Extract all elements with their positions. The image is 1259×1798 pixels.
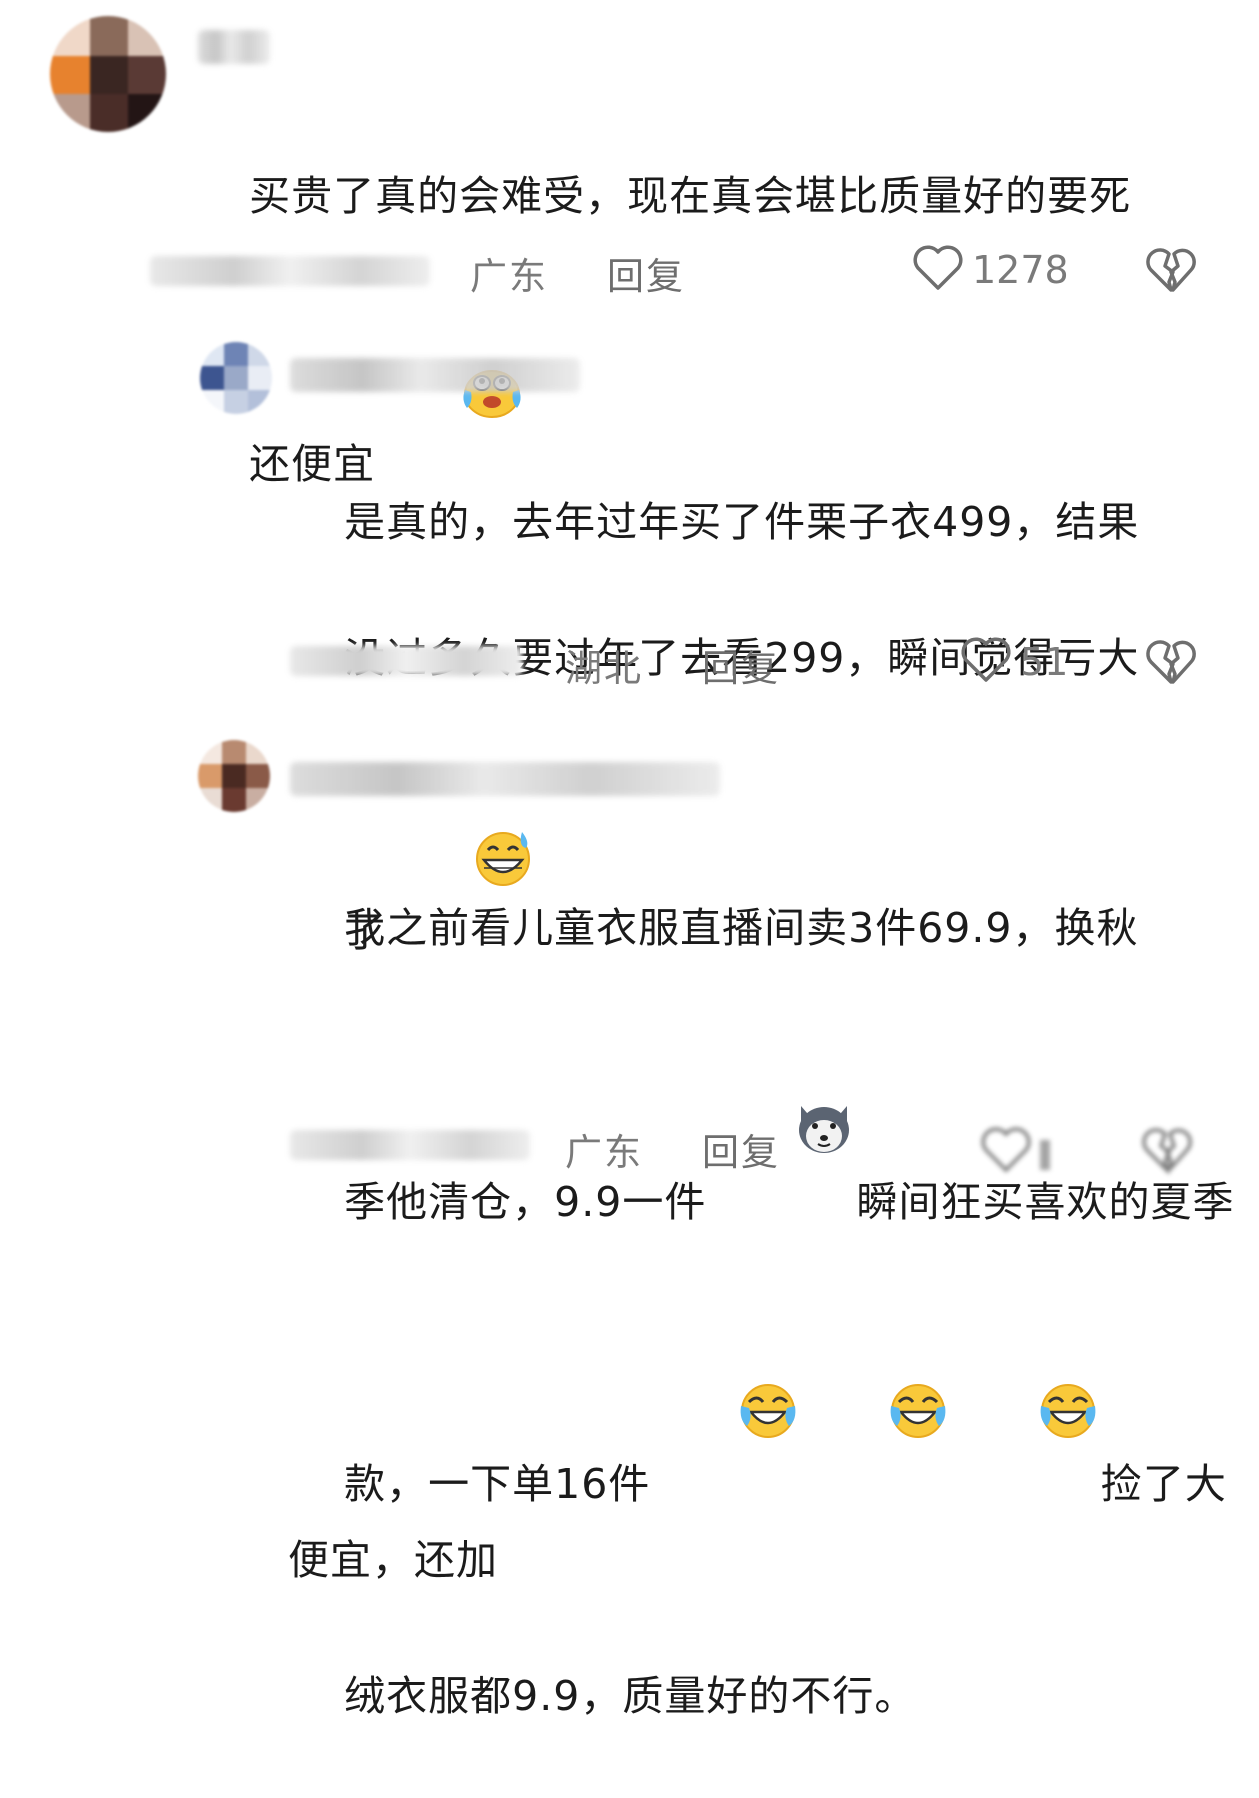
rolling-laughing-emoji [652, 1312, 798, 1526]
heart-icon [960, 636, 1012, 688]
timestamp-blurred [290, 646, 522, 676]
timestamp-blurred [150, 256, 430, 286]
timestamp-blurred [290, 1130, 530, 1160]
rolling-laughing-emoji [953, 1312, 1099, 1526]
like-button[interactable]: 51 [960, 636, 1068, 688]
location-label: 广东 [565, 1131, 643, 1174]
broken-heart-icon[interactable] [1144, 246, 1198, 298]
avatar[interactable] [50, 16, 166, 132]
heart-icon [981, 1127, 1050, 1173]
comment-2: 是真的，去年过年买了件栗子衣499，结果 没过多久要过年了去看299，瞬间觉得亏… [0, 320, 1259, 956]
rolling-laughing-emoji [803, 1312, 949, 1526]
avatar[interactable] [198, 740, 270, 812]
broken-heart-icon[interactable] [1140, 1122, 1240, 1178]
like-button[interactable]: 1278 [912, 244, 1069, 296]
comment-text-line: 买贵了真的会难受，现在真会堪比质量好的要死 [249, 172, 1132, 220]
reply-button[interactable]: 回复 [702, 1122, 780, 1176]
comment-1: 买贵了真的会难受，现在真会堪比质量好的要死 还便宜 广东 回复 1278 [0, 0, 1259, 488]
comment-3: 我之前看儿童衣服直播间卖3件69.9，换秋 季他清仓，9.9一件 瞬间狂买喜欢的… [0, 720, 1259, 1720]
comment-text-line: 我之前看儿童衣服直播间卖3件69.9，换秋 [344, 904, 1139, 952]
like-button[interactable] [980, 1122, 1070, 1178]
heart-icon [912, 244, 964, 296]
reply-button[interactable]: 回复 [702, 638, 780, 692]
reply-button[interactable]: 回复 [607, 246, 685, 300]
username-blurred[interactable] [290, 358, 580, 392]
comment-text-line: 是真的，去年过年买了件栗子衣499，结果 [344, 498, 1140, 546]
broken-heart-icon[interactable] [1144, 638, 1198, 690]
like-count: 1278 [972, 248, 1069, 292]
avatar[interactable] [200, 342, 272, 414]
username-blurred[interactable] [198, 30, 270, 64]
username-blurred[interactable] [290, 762, 720, 796]
comment-text-line: 绒衣服都9.9，质量好的不行。 [344, 1672, 917, 1720]
location-label: 广东 [470, 255, 548, 298]
like-count: 51 [1020, 640, 1069, 684]
location-label: 湖北 [565, 647, 643, 690]
comment-text-line: 款，一下单16件 [344, 1460, 651, 1508]
comment-text-line: 瞬间狂买喜欢的夏季 [856, 1178, 1235, 1226]
comment-text: 我之前看儿童衣服直播间卖3件69.9，换秋 季他清仓，9.9一件 瞬间狂买喜欢的… [288, 826, 1248, 1798]
comment-text-line: 季他清仓，9.9一件 [344, 1178, 707, 1226]
